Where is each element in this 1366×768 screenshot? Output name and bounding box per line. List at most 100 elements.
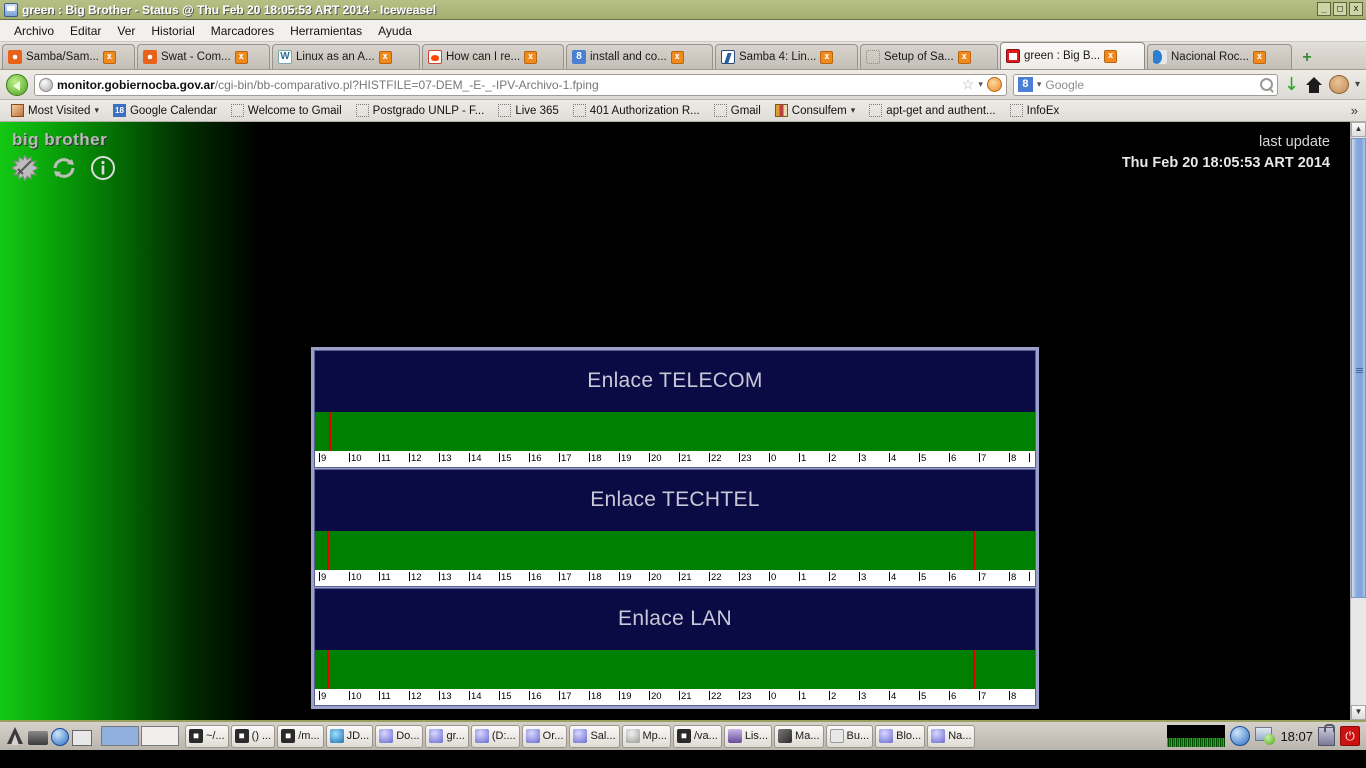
menu-ayuda[interactable]: Ayuda <box>370 22 420 40</box>
menu-marcadores[interactable]: Marcadores <box>203 22 282 40</box>
bookmark-live-365[interactable]: Live 365 <box>491 103 565 118</box>
windows-list-icon[interactable] <box>72 730 92 746</box>
taskbar-item[interactable]: Do... <box>375 724 424 748</box>
lock-screen-icon[interactable] <box>1318 723 1335 746</box>
browser-globe-icon[interactable] <box>51 728 69 746</box>
address-bar[interactable]: monitor.gobiernocba.gov.ar/cgi-bin/bb-co… <box>34 73 1007 96</box>
browser-tab[interactable]: Setup of Sa... x <box>860 44 998 69</box>
close-tab-icon[interactable]: x <box>378 50 392 64</box>
bookmark-google-calendar[interactable]: 18 Google Calendar <box>106 103 224 118</box>
browser-globe-icon[interactable] <box>1230 726 1251 746</box>
browser-tab-active[interactable]: green : Big B... x <box>1000 42 1145 69</box>
bookmark-gmail-welcome[interactable]: Welcome to Gmail <box>224 103 349 118</box>
taskbar-item[interactable]: ■ ~/... <box>185 724 229 748</box>
toolbar-overflow-icon[interactable]: ▾ <box>1355 79 1360 90</box>
scroll-up-icon[interactable]: ▲ <box>1351 122 1366 137</box>
close-tab-icon[interactable]: x <box>102 50 116 64</box>
close-tab-icon[interactable]: x <box>820 50 834 64</box>
back-arrow-icon[interactable] <box>6 73 28 96</box>
taskbar-item[interactable]: Mp... <box>621 724 671 748</box>
status-panel-techtel[interactable]: Enlace TECHTEL 9 10 11 12 13 14 15 16 17 18 19 20 21… <box>314 469 1036 587</box>
bookmark-postgrado-unlp[interactable]: Postgrado UNLP - F... <box>349 103 492 118</box>
chevron-down-icon[interactable]: ▾ <box>94 105 99 116</box>
bookmarks-overflow-icon[interactable]: » <box>1351 103 1362 118</box>
bookmark-gmail[interactable]: Gmail <box>707 103 768 118</box>
browser-tab[interactable]: W Linux as an A... x <box>272 44 420 69</box>
bookmark-most-visited[interactable]: Most Visited ▾ <box>4 103 106 118</box>
hour-tick: 21 <box>678 689 692 705</box>
menu-ver[interactable]: Ver <box>109 22 143 40</box>
shutdown-icon[interactable]: ⏻ <box>1340 726 1360 746</box>
close-button[interactable]: x <box>1349 2 1363 16</box>
close-tab-icon[interactable]: x <box>524 50 538 64</box>
close-tab-icon[interactable]: x <box>957 50 971 64</box>
monkey-avatar-icon[interactable] <box>1328 75 1349 94</box>
close-tab-icon[interactable]: x <box>234 50 248 64</box>
window-titlebar[interactable]: green : Big Brother - Status @ Thu Feb 2… <box>0 0 1366 20</box>
hour-tick: 22 <box>708 570 722 586</box>
rss-icon[interactable] <box>986 77 1002 92</box>
status-panel-lan[interactable]: Enlace LAN 9 10 11 12 13 14 15 16 17 18 19 20 21 22 23… <box>314 588 1036 706</box>
info-icon[interactable] <box>90 155 116 181</box>
taskbar-item[interactable]: Bu... <box>825 724 874 748</box>
desktop-2[interactable] <box>141 726 179 746</box>
taskbar-item[interactable]: ■ /va... <box>672 724 722 748</box>
menu-historial[interactable]: Historial <box>143 22 202 40</box>
taskbar-item[interactable]: (D:... <box>470 724 520 748</box>
browser-tab[interactable]: Samba 4: Lin... x <box>715 44 858 69</box>
home-icon[interactable] <box>1305 76 1323 93</box>
bookmark-star-icon[interactable]: ☆ <box>962 76 975 93</box>
chevron-down-icon[interactable]: ▾ <box>851 105 856 116</box>
taskbar-item[interactable]: Na... <box>927 724 976 748</box>
desktop-1[interactable] <box>101 726 139 746</box>
maximize-button[interactable]: □ <box>1333 2 1347 16</box>
search-input[interactable]: Google <box>1045 78 1255 92</box>
clock[interactable]: 18:07 <box>1280 729 1313 744</box>
menu-herramientas[interactable]: Herramientas <box>282 22 370 40</box>
search-icon[interactable] <box>1259 78 1273 91</box>
taskbar-item[interactable]: Lis... <box>723 724 773 748</box>
menu-archivo[interactable]: Archivo <box>6 22 62 40</box>
close-tab-icon[interactable]: x <box>1104 49 1118 63</box>
recycle-icon[interactable] <box>51 155 77 181</box>
browser-tab[interactable]: How can I re... x <box>422 44 564 69</box>
bookmark-infoex[interactable]: InfoEx <box>1003 103 1067 118</box>
taskbar-item[interactable]: ■ /m... <box>277 724 324 748</box>
star-burst-icon[interactable] <box>12 155 38 181</box>
scroll-down-icon[interactable]: ▼ <box>1351 705 1366 720</box>
close-tab-icon[interactable]: x <box>670 50 684 64</box>
search-bar[interactable]: 8 ▾ Google <box>1012 73 1278 96</box>
page-scrollbar[interactable]: ▲ ▼ <box>1350 122 1366 720</box>
taskbar-item[interactable]: gr... <box>425 724 469 748</box>
browser-tab[interactable]: Swat - Com... x <box>137 44 270 69</box>
printer-icon[interactable] <box>28 731 48 745</box>
network-status-icon[interactable] <box>1255 727 1276 745</box>
taskbar-item[interactable]: Sal... <box>569 724 620 748</box>
bookmark-401-authorization[interactable]: 401 Authorization R... <box>566 103 707 118</box>
bookmark-consulfem[interactable]: Consulfem ▾ <box>768 103 863 118</box>
network-monitor-icon[interactable] <box>1167 725 1226 747</box>
chevron-down-icon[interactable]: ▾ <box>978 79 983 90</box>
minimize-button[interactable]: _ <box>1317 2 1331 16</box>
desktop-pager[interactable] <box>101 726 179 746</box>
new-tab-button[interactable]: + <box>1297 49 1317 69</box>
taskbar-item[interactable]: JD... <box>325 724 374 748</box>
browser-tab[interactable]: Samba/Sam... x <box>2 44 135 69</box>
arrow-launcher-icon[interactable] <box>5 725 25 747</box>
google-icon[interactable]: 8 <box>1017 77 1033 92</box>
status-bar-techtel <box>315 530 1035 570</box>
taskbar-item[interactable]: Blo... <box>875 724 926 748</box>
browser-tab[interactable]: 8 install and co... x <box>566 44 713 69</box>
menu-editar[interactable]: Editar <box>62 22 109 40</box>
close-tab-icon[interactable]: x <box>1252 50 1266 64</box>
taskbar-item[interactable]: Ma... <box>774 724 824 748</box>
taskbar-item[interactable]: Or... <box>521 724 568 748</box>
hour-ruler: 9 10 11 12 13 14 15 16 17 18 19 20 21 22 23 0 1 2 3 4 5 6 7 8 <box>315 451 1035 467</box>
chevron-down-icon[interactable]: ▾ <box>1037 79 1042 90</box>
taskbar-item[interactable]: ■ () ... <box>230 724 276 748</box>
browser-tab[interactable]: Nacional Roc... x <box>1147 44 1292 69</box>
bookmark-apt-get[interactable]: apt-get and authent... <box>862 103 1002 118</box>
download-arrow-icon[interactable]: ↓ <box>1284 75 1299 94</box>
status-panel-telecom[interactable]: Enlace TELECOM 9 10 11 12 13 14 15 16 17 18 19 20 21… <box>314 350 1036 468</box>
scrollbar-thumb[interactable] <box>1351 138 1366 598</box>
